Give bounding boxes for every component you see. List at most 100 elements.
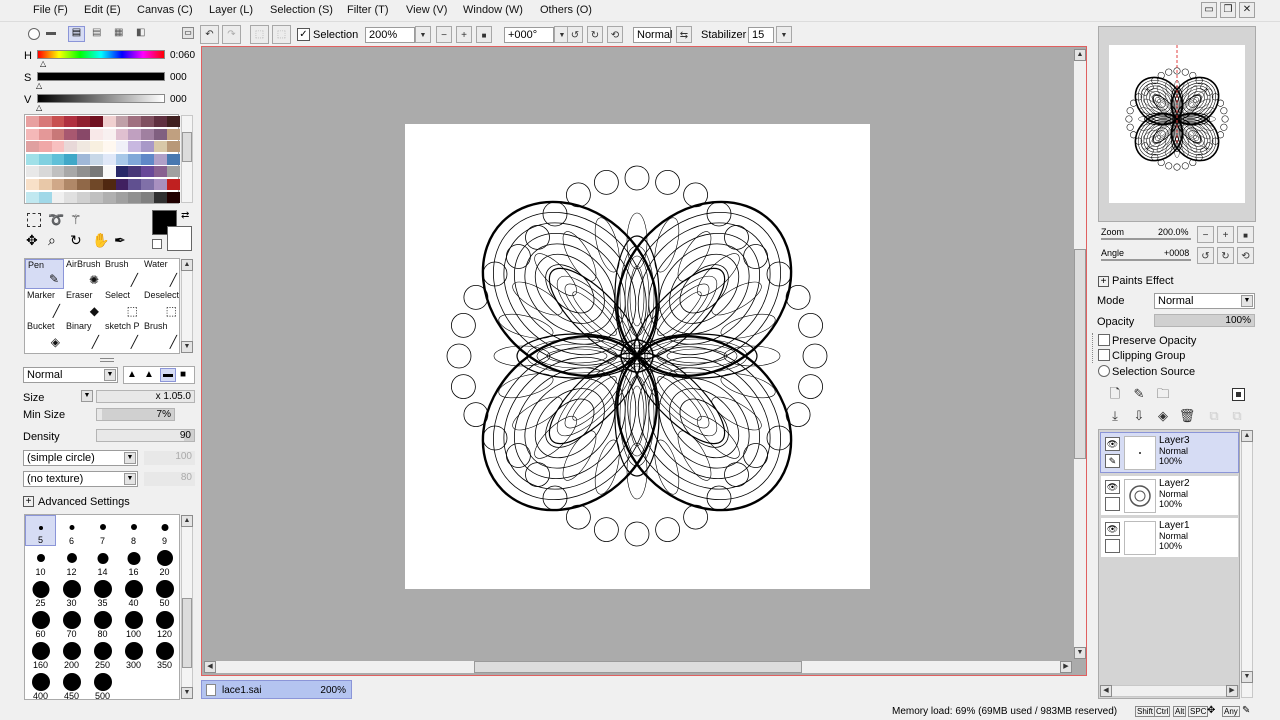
menu-edit[interactable]: Edit (E): [84, 4, 121, 16]
color-swatch[interactable]: [38, 166, 52, 178]
navigator-preview[interactable]: [1109, 45, 1245, 203]
color-swatch[interactable]: [38, 141, 52, 153]
color-swatch[interactable]: [64, 116, 78, 127]
rect-select-icon[interactable]: [27, 213, 41, 227]
brush-size-35[interactable]: 35: [87, 577, 118, 608]
color-swatch[interactable]: [128, 153, 142, 165]
color-swatch[interactable]: [38, 153, 52, 165]
tool-select[interactable]: Select ⬚: [103, 290, 142, 320]
size-scrollbar[interactable]: ▲ ▼: [181, 515, 193, 699]
rgb-mode-icon[interactable]: ▤: [92, 27, 101, 38]
new-layer-icon[interactable]: 🗋: [1106, 385, 1124, 403]
color-swatch[interactable]: [115, 179, 129, 190]
brush-texture-select[interactable]: (no texture) ▼: [23, 471, 138, 487]
transparent-color-icon[interactable]: [152, 239, 162, 249]
close-button[interactable]: ✕: [1239, 2, 1255, 18]
nav-rotate-left-icon[interactable]: ↺: [1197, 247, 1214, 264]
color-swatch[interactable]: [90, 141, 103, 153]
menu-selection[interactable]: Selection (S): [270, 4, 333, 16]
magic-wand-icon[interactable]: ⚚: [70, 212, 82, 228]
chevron-down-icon[interactable]: ▼: [124, 473, 136, 485]
stabilizer-field[interactable]: 15: [748, 27, 774, 43]
color-swatch[interactable]: [77, 128, 91, 140]
lasso-icon[interactable]: ➰: [48, 212, 64, 228]
tool-brush[interactable]: Brush ╱: [103, 259, 142, 289]
color-swatch[interactable]: [102, 179, 116, 190]
brush-size-7[interactable]: 7: [87, 515, 118, 546]
canvas-scroll-down[interactable]: ▼: [1074, 647, 1086, 659]
tool-brush[interactable]: Brush ╱: [142, 321, 181, 351]
color-swatch[interactable]: [115, 116, 129, 127]
color-swatch[interactable]: [166, 116, 180, 127]
color-swatch[interactable]: [141, 153, 155, 165]
plus-icon[interactable]: +: [23, 496, 34, 507]
flip-icon[interactable]: ⇆: [676, 26, 692, 43]
eyedropper-icon[interactable]: ✒: [114, 232, 126, 249]
color-swatch[interactable]: [64, 179, 78, 190]
menu-canvas[interactable]: Canvas (C): [137, 4, 193, 16]
blend-field[interactable]: Normal: [633, 27, 672, 43]
color-swatch[interactable]: [64, 141, 78, 153]
color-swatch[interactable]: [26, 166, 39, 178]
color-swatch[interactable]: [128, 116, 142, 127]
hsv-mode-icon[interactable]: ▤: [68, 26, 85, 42]
menu-window[interactable]: Window (W): [463, 4, 523, 16]
color-swatch[interactable]: [90, 116, 103, 127]
zoom-field[interactable]: 200%: [365, 27, 415, 43]
color-swatch[interactable]: [154, 128, 167, 140]
color-swatch[interactable]: [128, 128, 142, 140]
color-swatch[interactable]: [26, 141, 39, 153]
chevron-down-icon[interactable]: ▼: [1241, 295, 1253, 307]
color-swatch[interactable]: [64, 191, 78, 203]
rotate-left-icon[interactable]: ↺: [567, 26, 583, 43]
canvas-hscroll[interactable]: ◀ ▶: [204, 661, 1072, 673]
tool-airbrush[interactable]: AirBrush ✺: [64, 259, 103, 289]
tool-deselect[interactable]: Deselect ⬚: [142, 290, 181, 320]
layer-mode-select[interactable]: Normal ▼: [1154, 293, 1255, 309]
color-swatch[interactable]: [141, 116, 155, 127]
color-swatch[interactable]: [38, 179, 52, 190]
color-swatch[interactable]: [166, 153, 180, 165]
angle-field[interactable]: +000°: [504, 27, 554, 43]
color-swatch[interactable]: [154, 166, 167, 178]
color-swatch[interactable]: [77, 116, 91, 127]
swap-colors-icon[interactable]: ⇄: [181, 210, 189, 221]
clipping-group-checkbox[interactable]: [1098, 349, 1110, 361]
menu-layer[interactable]: Layer (L): [209, 4, 253, 16]
delete-layer-icon[interactable]: 🗑: [1178, 407, 1196, 425]
color-swatch[interactable]: [128, 141, 142, 153]
document-tab[interactable]: lace1.sai 200%: [201, 680, 352, 699]
nav-zoom-out-icon[interactable]: −: [1197, 226, 1214, 243]
menu-file[interactable]: File (F): [33, 4, 68, 16]
color-swatch[interactable]: [102, 166, 116, 178]
color-swatch[interactable]: [154, 191, 167, 203]
brush-size-500[interactable]: 500: [87, 670, 118, 701]
brush-size-300[interactable]: 300: [118, 639, 149, 670]
color-swatch[interactable]: [51, 116, 65, 127]
brush-shape-select[interactable]: (simple circle) ▼: [23, 450, 138, 466]
layer-scrollbar[interactable]: ▲ ▼: [1241, 430, 1253, 698]
canvas-vscroll-thumb[interactable]: [1074, 249, 1086, 459]
color-swatch[interactable]: [102, 153, 116, 165]
tool-scrollbar[interactable]: ▲ ▼: [181, 259, 193, 353]
redo-icon[interactable]: ↷: [222, 25, 241, 44]
nav-zoom-slider[interactable]: [1101, 238, 1191, 240]
swatch-scrollbar[interactable]: [181, 115, 193, 203]
invert-select-icon[interactable]: ⬚: [272, 25, 291, 44]
color-swatch[interactable]: [51, 179, 65, 190]
transfer-down-icon[interactable]: ⤓: [1106, 407, 1124, 425]
tool-binary[interactable]: Binary ╱: [64, 321, 103, 351]
color-swatch[interactable]: [26, 116, 39, 127]
color-swatch[interactable]: [77, 179, 91, 190]
layer-scroll-left[interactable]: ◀: [1100, 685, 1112, 697]
deselect-icon[interactable]: ⬚: [250, 25, 269, 44]
brush-size-25[interactable]: 25: [25, 577, 56, 608]
color-swatch[interactable]: [141, 128, 155, 140]
secondary-color[interactable]: [167, 226, 192, 251]
color-swatch[interactable]: [77, 191, 91, 203]
layer-scroll-up[interactable]: ▲: [1241, 430, 1253, 442]
brush-size-12[interactable]: 12: [56, 546, 87, 577]
color-swatch[interactable]: [90, 179, 103, 190]
color-swatch[interactable]: [26, 153, 39, 165]
color-swatch[interactable]: [26, 191, 39, 203]
